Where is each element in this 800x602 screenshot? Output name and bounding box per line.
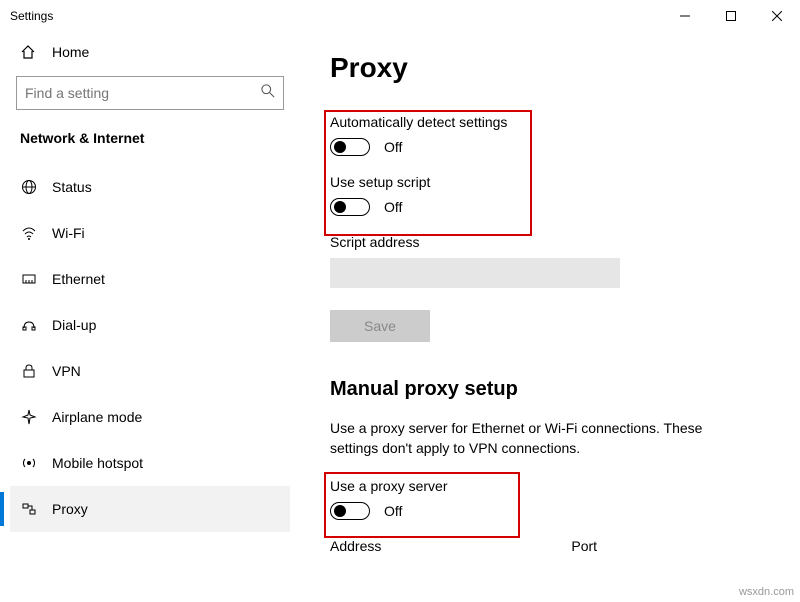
use-proxy-state: Off <box>384 503 402 519</box>
close-button[interactable] <box>754 0 800 32</box>
sidebar-item-status[interactable]: Status <box>10 164 290 210</box>
dialup-icon <box>20 317 38 333</box>
sidebar-item-hotspot[interactable]: Mobile hotspot <box>10 440 290 486</box>
setup-script-toggle[interactable] <box>330 198 370 216</box>
sidebar-item-proxy[interactable]: Proxy <box>10 486 290 532</box>
airplane-icon <box>20 409 38 425</box>
auto-detect-label: Automatically detect settings <box>330 114 770 130</box>
use-proxy-toggle[interactable] <box>330 502 370 520</box>
search-input[interactable] <box>25 85 261 101</box>
minimize-button[interactable] <box>662 0 708 32</box>
sidebar-item-vpn[interactable]: VPN <box>10 348 290 394</box>
main-panel: Proxy Automatically detect settings Off … <box>300 32 800 602</box>
sidebar: Home Network & Internet Status Wi-Fi Eth… <box>0 32 300 602</box>
sidebar-section-title: Network & Internet <box>10 126 290 164</box>
ethernet-icon <box>20 271 38 287</box>
sidebar-item-label: Mobile hotspot <box>52 455 143 471</box>
globe-icon <box>20 179 38 195</box>
sidebar-item-label: Dial-up <box>52 317 96 333</box>
sidebar-item-ethernet[interactable]: Ethernet <box>10 256 290 302</box>
save-button[interactable]: Save <box>330 310 430 342</box>
manual-description: Use a proxy server for Ethernet or Wi-Fi… <box>330 419 750 458</box>
home-icon <box>20 44 38 60</box>
search-icon <box>261 84 275 103</box>
sidebar-home[interactable]: Home <box>10 36 290 76</box>
search-input-container[interactable] <box>16 76 284 110</box>
setup-script-state: Off <box>384 199 402 215</box>
sidebar-item-label: Wi-Fi <box>52 225 85 241</box>
sidebar-item-label: Proxy <box>52 501 88 517</box>
proxy-icon <box>20 501 38 517</box>
watermark: wsxdn.com <box>739 586 794 598</box>
sidebar-item-label: Ethernet <box>52 271 105 287</box>
sidebar-item-wifi[interactable]: Wi-Fi <box>10 210 290 256</box>
window-title: Settings <box>10 9 53 23</box>
script-address-label: Script address <box>330 234 770 250</box>
sidebar-item-dialup[interactable]: Dial-up <box>10 302 290 348</box>
sidebar-item-label: Airplane mode <box>52 409 142 425</box>
sidebar-item-label: VPN <box>52 363 81 379</box>
address-label: Address <box>330 538 381 554</box>
auto-detect-state: Off <box>384 139 402 155</box>
window-titlebar: Settings <box>0 0 800 32</box>
auto-detect-toggle[interactable] <box>330 138 370 156</box>
script-address-input[interactable] <box>330 258 620 288</box>
setup-script-label: Use setup script <box>330 174 770 190</box>
port-label: Port <box>571 538 597 554</box>
use-proxy-label: Use a proxy server <box>330 478 770 494</box>
maximize-button[interactable] <box>708 0 754 32</box>
hotspot-icon <box>20 455 38 471</box>
sidebar-item-label: Status <box>52 179 92 195</box>
home-label: Home <box>52 44 89 60</box>
page-title: Proxy <box>330 52 770 84</box>
wifi-icon <box>20 225 38 241</box>
manual-heading: Manual proxy setup <box>330 378 770 401</box>
sidebar-item-airplane[interactable]: Airplane mode <box>10 394 290 440</box>
vpn-icon <box>20 363 38 379</box>
